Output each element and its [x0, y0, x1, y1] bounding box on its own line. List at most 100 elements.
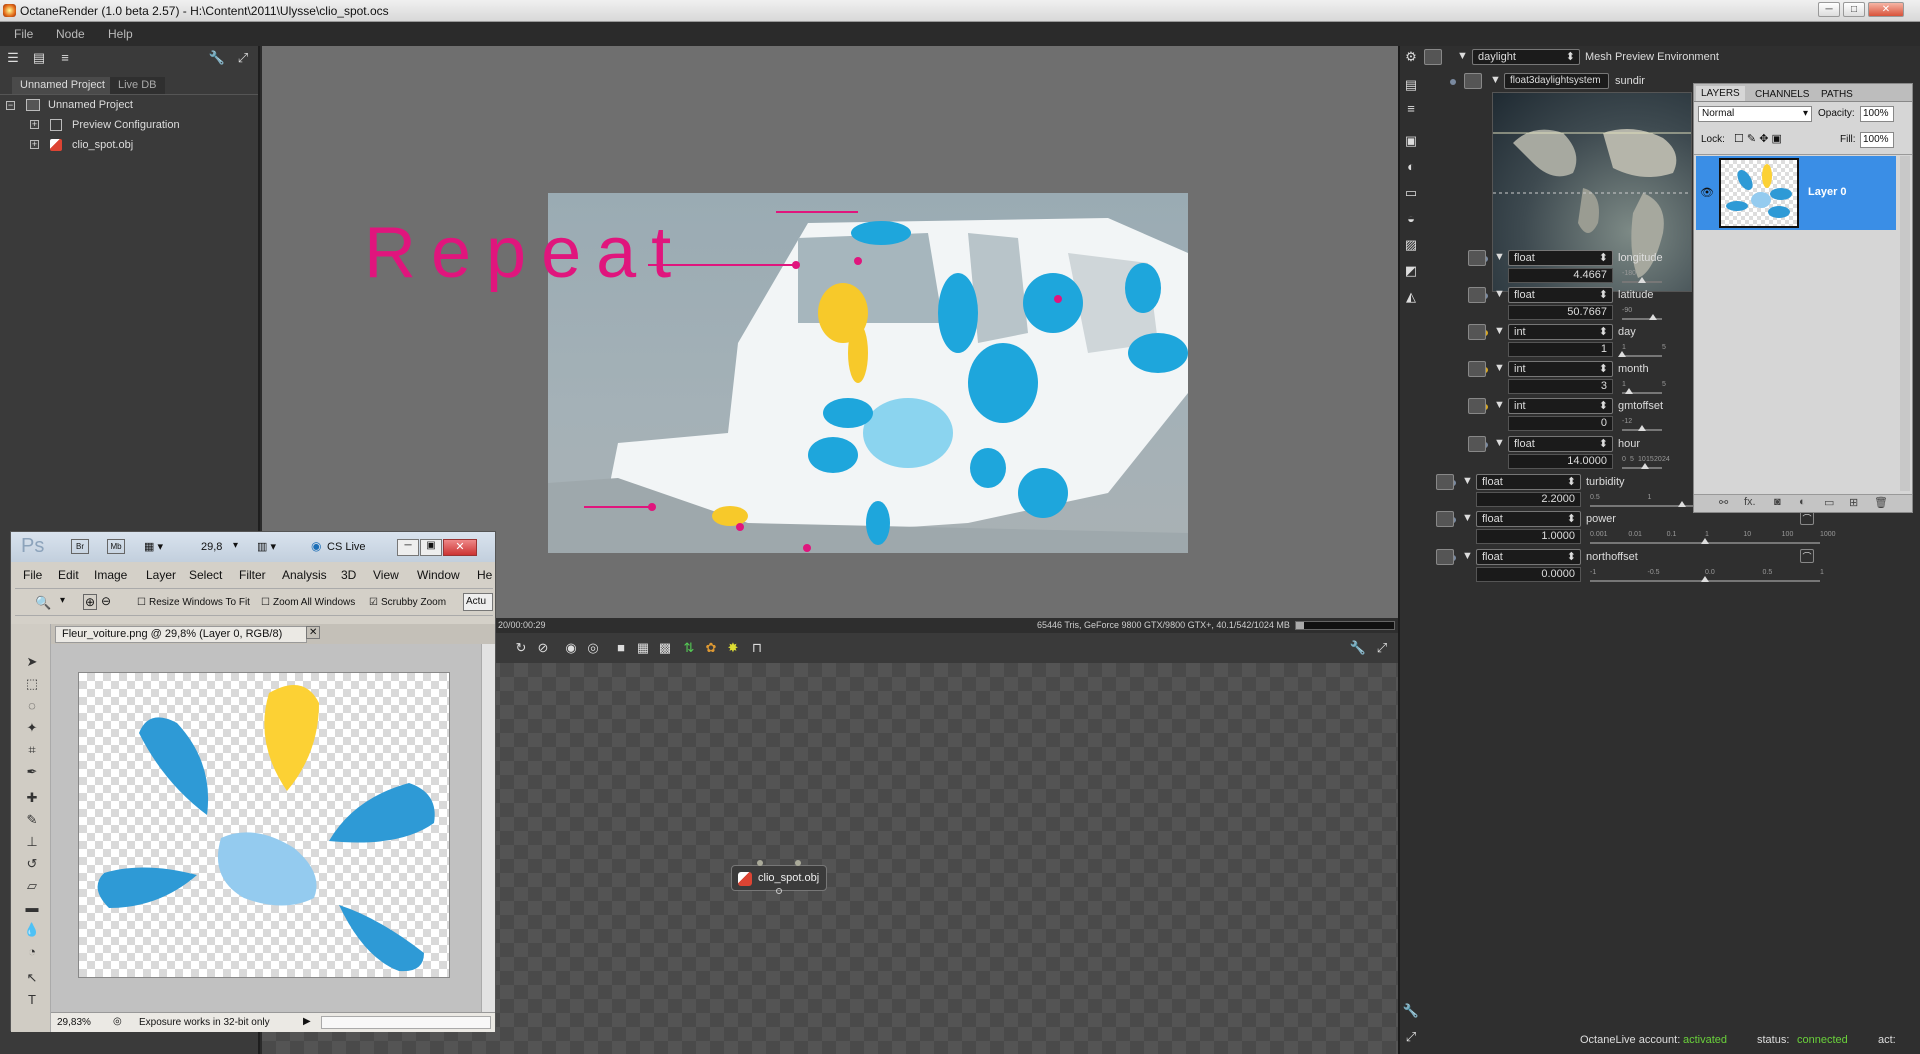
param-node-icon[interactable] — [1436, 549, 1454, 565]
ps-menu-file[interactable]: File — [23, 568, 42, 582]
param-type-select[interactable]: float ⬍ — [1508, 436, 1613, 452]
param-type-select[interactable]: float ⬍ — [1476, 549, 1581, 565]
slider-thumb[interactable] — [1638, 425, 1646, 431]
param-type-select[interactable]: int ⬍ — [1508, 398, 1613, 414]
zoom-in-icon[interactable]: ⊕ — [83, 594, 98, 610]
collapse-arrow-icon[interactable]: ▼ — [1494, 437, 1505, 449]
stop-icon[interactable]: ⊘ — [534, 639, 552, 657]
status-menu-arrow-icon[interactable]: ▶ — [303, 1016, 311, 1027]
collapse-arrow-icon[interactable]: ▼ — [1457, 50, 1468, 62]
focus-icon[interactable]: ⇅ — [680, 639, 698, 657]
camera-icon[interactable]: ◎ — [584, 639, 602, 657]
wrench-icon[interactable]: 🔧 — [1402, 1002, 1420, 1020]
blend-mode-select[interactable]: Normal ▾ — [1698, 106, 1812, 122]
ps-menu-layer[interactable]: Layer — [146, 568, 176, 582]
link-layers-icon[interactable]: ⚯ — [1719, 496, 1728, 509]
bridge-button[interactable]: Br — [71, 539, 89, 554]
param-node-icon[interactable] — [1468, 436, 1486, 452]
param-type-select[interactable]: float ⬍ — [1476, 511, 1581, 527]
collapse-arrow-icon[interactable]: ▼ — [1462, 512, 1473, 524]
slider-thumb[interactable] — [1625, 388, 1634, 394]
settings-icon[interactable]: ⚙ — [1402, 48, 1420, 66]
zoom-all-checkbox[interactable]: ☐ — [261, 597, 270, 608]
collapse-arrow-icon[interactable]: ▼ — [1462, 475, 1473, 487]
region-icon[interactable]: ■ — [612, 639, 630, 657]
restart-icon[interactable]: ↻ — [512, 639, 530, 657]
minimize-button[interactable]: ─ — [1818, 2, 1840, 17]
layers-scrollbar[interactable] — [1900, 156, 1910, 491]
collapse-arrow-icon[interactable]: ▼ — [1494, 251, 1505, 263]
resize-windows-checkbox[interactable]: ☐ — [137, 597, 146, 608]
actual-pixels-button[interactable]: Actu — [463, 593, 493, 611]
lock-pixels-icon[interactable]: ☐ ✎ ✥ ▣ — [1734, 132, 1782, 145]
tab-paths[interactable]: PATHS — [1816, 87, 1858, 102]
param-value-field[interactable]: 2.2000 — [1476, 492, 1581, 507]
param-node-icon[interactable] — [1468, 361, 1486, 377]
healing-tool-icon[interactable]: ✚ — [23, 790, 41, 808]
ps-menu-view[interactable]: View — [373, 568, 399, 582]
ps-menu-image[interactable]: Image — [94, 568, 127, 582]
expand-icon[interactable]: ⤢ — [1402, 1028, 1420, 1046]
curve-icon[interactable]: ⌒ — [1800, 511, 1814, 525]
zoom-tool-icon[interactable]: 🔍 — [35, 595, 51, 611]
menu-help[interactable]: Help — [108, 27, 133, 41]
eyedropper-tool-icon[interactable]: ✒ — [23, 764, 41, 782]
param-node-icon[interactable] — [1468, 398, 1486, 414]
ps-menu-edit[interactable]: Edit — [58, 568, 79, 582]
param-type-select[interactable]: float ⬍ — [1508, 250, 1613, 266]
ps-menu-analysis[interactable]: Analysis — [282, 568, 327, 582]
stamp-tool-icon[interactable]: ⊥ — [23, 834, 41, 852]
scrubby-zoom-checkbox[interactable]: ☑ — [369, 597, 378, 608]
mask-icon[interactable]: ◙ — [1774, 496, 1781, 508]
history-brush-icon[interactable]: ↺ — [23, 856, 41, 874]
zoom-level[interactable]: 29,8 — [201, 541, 222, 553]
camera-icon[interactable]: ◐ — [1402, 158, 1420, 176]
brush-tool-icon[interactable]: ✎ — [23, 812, 41, 830]
maximize-button[interactable]: □ — [1843, 2, 1865, 17]
layers-icon[interactable]: ▤ — [1402, 76, 1420, 94]
param-type-select[interactable]: float ⬍ — [1476, 474, 1581, 490]
input-pin[interactable] — [795, 860, 801, 866]
group-icon[interactable]: ▭ — [1824, 496, 1834, 509]
checker-icon[interactable]: ▦ — [634, 639, 652, 657]
param-value-field[interactable]: 14.0000 — [1508, 454, 1613, 469]
doc-close-icon[interactable]: ✕ — [306, 626, 321, 639]
param-node-icon[interactable] — [1436, 474, 1454, 490]
input-pin[interactable] — [757, 860, 763, 866]
wand-tool-icon[interactable]: ✦ — [23, 720, 41, 738]
env-node-icon[interactable] — [1424, 49, 1442, 65]
pause-icon[interactable]: ◉ — [562, 639, 580, 657]
param-value-field[interactable]: 4.4667 — [1508, 268, 1613, 283]
eraser-tool-icon[interactable]: ▱ — [23, 878, 41, 896]
adjustment-icon[interactable]: ◐ — [1799, 496, 1806, 508]
tab-unnamed-project[interactable]: Unnamed Project — [12, 77, 113, 94]
type-tool-icon[interactable]: T — [23, 992, 41, 1010]
close-button[interactable]: ✕ — [1868, 2, 1904, 17]
fx-icon[interactable]: fx. — [1744, 496, 1756, 508]
tab-channels[interactable]: CHANNELS — [1750, 87, 1814, 102]
tab-layers[interactable]: LAYERS — [1696, 86, 1745, 101]
param-value-field[interactable]: 3 — [1508, 379, 1613, 394]
slider-thumb[interactable] — [1638, 277, 1647, 283]
tree-item-clio-spot[interactable]: clio_spot.obj — [72, 139, 133, 151]
param-value-field[interactable]: 50.7667 — [1508, 305, 1613, 320]
tree-root[interactable]: Unnamed Project — [48, 99, 133, 111]
marquee-tool-icon[interactable]: ⬚ — [23, 676, 41, 694]
collapse-arrow-icon[interactable]: ▼ — [1462, 550, 1473, 562]
collapse-arrow-icon[interactable]: ▼ — [1494, 399, 1505, 411]
expand-icon[interactable]: ⤢ — [234, 49, 252, 67]
trash-icon[interactable]: 🗑 — [1874, 496, 1888, 509]
viewport-fullscreen-icon[interactable]: ⤢ — [1373, 639, 1391, 657]
arrange-icon[interactable]: ▥ ▾ — [257, 540, 276, 553]
slider-thumb[interactable] — [1618, 351, 1626, 357]
view-extras-icon[interactable]: ▦ ▾ — [144, 540, 163, 553]
menu-node[interactable]: Node — [56, 27, 85, 41]
ps-vertical-scrollbar[interactable] — [481, 644, 495, 1012]
ps-menu-select[interactable]: Select — [189, 568, 222, 582]
slider-thumb[interactable] — [1649, 314, 1658, 320]
slider-thumb[interactable] — [1678, 501, 1686, 507]
ps-maximize-button[interactable]: ▣ — [420, 539, 442, 556]
film-icon[interactable]: ▭ — [1402, 184, 1420, 202]
ps-close-button[interactable]: ✕ — [443, 539, 477, 556]
opacity-input[interactable]: 100% — [1860, 106, 1894, 122]
